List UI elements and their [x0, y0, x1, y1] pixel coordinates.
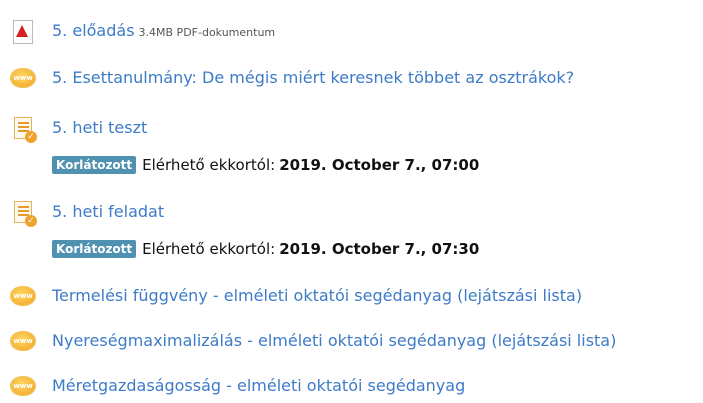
item-link[interactable]: 5. heti teszt: [52, 118, 147, 138]
item-link[interactable]: Nyereségmaximalizálás - elméleti oktatói…: [52, 331, 616, 351]
restricted-badge: Korlátozott: [52, 240, 137, 258]
item-link[interactable]: 5. heti feladat: [52, 202, 164, 222]
restriction-info: Korlátozott Elérhető ekkortól: 2019. Oct…: [52, 239, 479, 259]
pdf-icon[interactable]: [10, 19, 36, 45]
item-title[interactable]: 5. előadás: [52, 21, 135, 40]
restriction-info: Korlátozott Elérhető ekkortól: 2019. Oct…: [52, 155, 479, 175]
list-item: www Termelési függvény - elméleti oktató…: [0, 283, 703, 309]
availability-label: Elérhető ekkortól:: [142, 240, 276, 258]
item-link[interactable]: 5. előadás 3.4MB PDF-dokumentum: [52, 21, 275, 43]
item-link[interactable]: Méretgazdaságosság - elméleti oktatói se…: [52, 376, 465, 396]
check-icon: ✓: [25, 215, 37, 227]
availability-date: 2019. October 7., 07:00: [279, 156, 480, 174]
check-icon: ✓: [25, 131, 37, 143]
list-item: www Méretgazdaságosság - elméleti oktató…: [0, 373, 703, 399]
url-icon[interactable]: www: [10, 328, 36, 354]
list-item: ✓ 5. heti teszt: [0, 114, 703, 143]
restricted-badge: Korlátozott: [52, 156, 137, 174]
item-link[interactable]: 5. Esettanulmány: De mégis miért keresne…: [52, 68, 574, 88]
item-link[interactable]: Termelési függvény - elméleti oktatói se…: [52, 286, 582, 306]
url-icon[interactable]: www: [10, 373, 36, 399]
assignment-icon[interactable]: ✓: [10, 199, 37, 227]
list-item: www Nyereségmaximalizálás - elméleti okt…: [0, 328, 703, 354]
url-icon[interactable]: www: [10, 65, 36, 91]
url-icon[interactable]: www: [10, 283, 36, 309]
availability-label: Elérhető ekkortól:: [142, 156, 276, 174]
file-meta: 3.4MB PDF-dokumentum: [138, 26, 276, 39]
quiz-icon[interactable]: ✓: [10, 115, 37, 143]
list-item: ✓ 5. heti feladat: [0, 198, 703, 227]
availability-date: 2019. October 7., 07:30: [279, 240, 480, 258]
list-item: 5. előadás 3.4MB PDF-dokumentum: [0, 19, 703, 45]
list-item: www 5. Esettanulmány: De mégis miért ker…: [0, 65, 703, 91]
